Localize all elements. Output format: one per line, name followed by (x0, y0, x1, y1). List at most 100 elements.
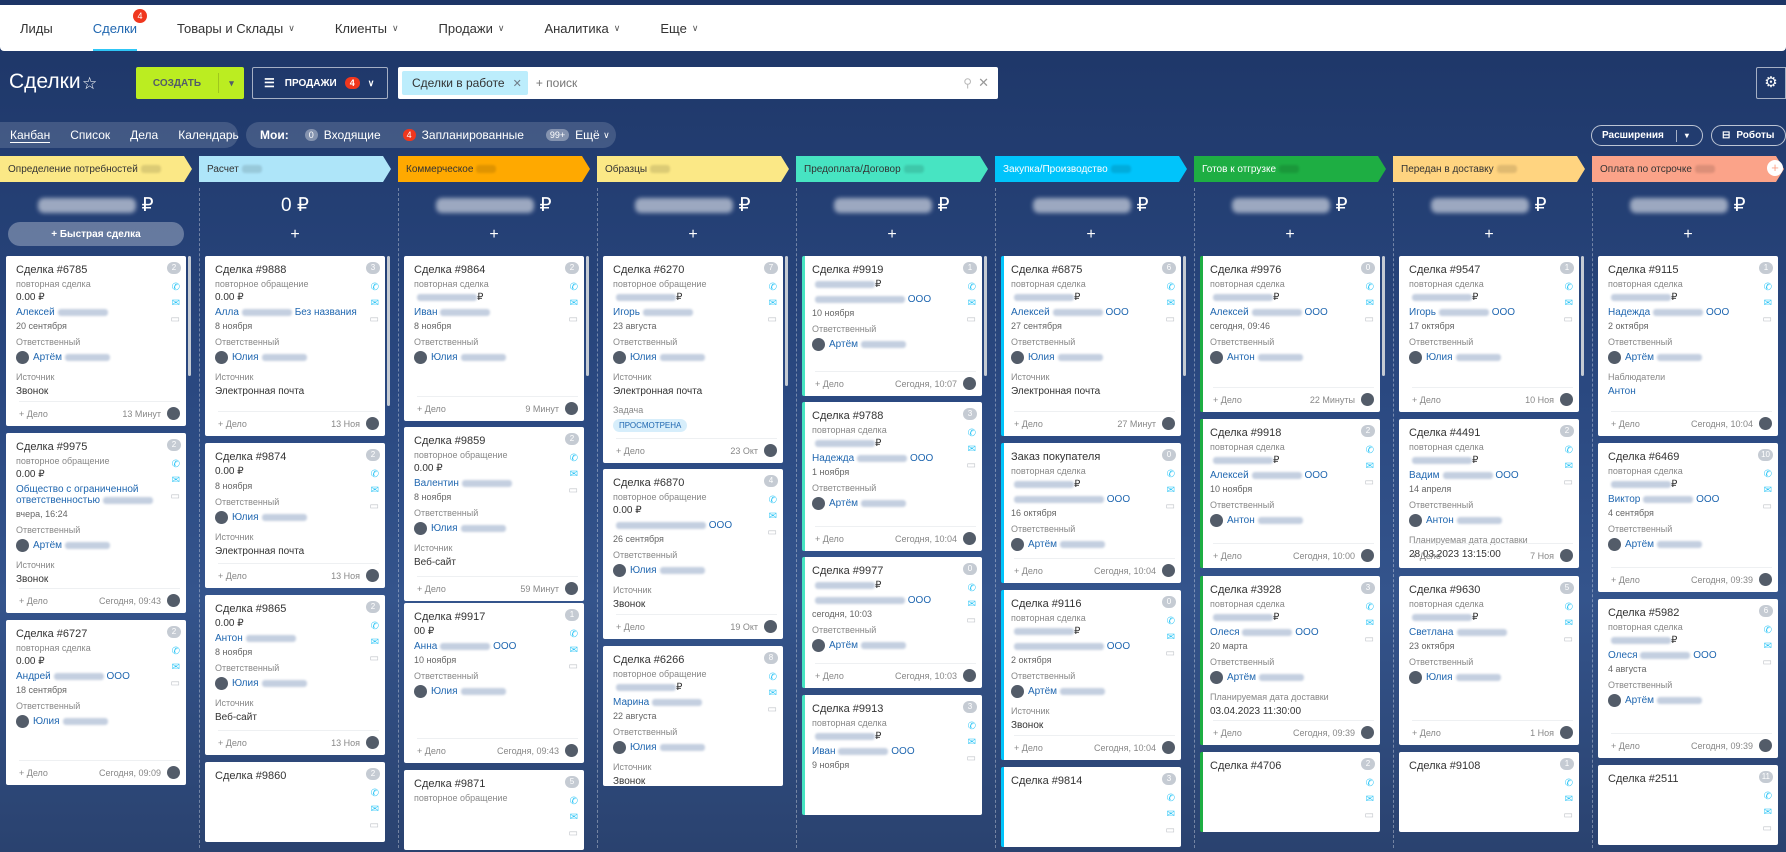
responsible-person[interactable]: Юлия (1011, 351, 1181, 364)
deal-title[interactable]: Сделка #9874 (215, 451, 385, 463)
responsible-person[interactable]: Антон (1210, 351, 1380, 364)
chat-icon[interactable]: ▭ (967, 615, 976, 626)
nav-item-5[interactable]: Аналитика ∨ (544, 5, 620, 51)
email-icon[interactable]: ✉ (371, 298, 379, 309)
responsible-person[interactable]: Юлия (16, 715, 186, 728)
add-activity-link[interactable]: + Дело (616, 622, 645, 632)
column-header[interactable]: Определение потребностей (0, 156, 192, 182)
add-activity-link[interactable]: + Дело (1611, 575, 1640, 585)
chat-icon[interactable]: ▭ (967, 753, 976, 764)
add-deal-plus-icon[interactable]: + (796, 222, 988, 248)
phone-icon[interactable]: ✆ (1565, 445, 1573, 456)
add-activity-link[interactable]: + Дело (218, 738, 247, 748)
column-header[interactable]: Образцы (597, 156, 789, 182)
responsible-person[interactable]: Юлия (414, 685, 584, 698)
chat-icon[interactable]: ▭ (768, 704, 777, 715)
phone-icon[interactable]: ✆ (570, 629, 578, 640)
responsible-person[interactable]: Артём (1210, 671, 1380, 684)
email-icon[interactable]: ✉ (570, 645, 578, 656)
add-activity-link[interactable]: + Дело (815, 379, 844, 389)
star-icon[interactable]: ☆ (82, 74, 97, 94)
tab-activities[interactable]: Дела (130, 128, 158, 142)
phone-icon[interactable]: ✆ (1565, 282, 1573, 293)
deal-card[interactable]: Сделка #6727 2 повторная сделка 0.00 ₽ Андре… (6, 620, 186, 785)
responsible-person[interactable]: Артём (1011, 538, 1181, 551)
client-link[interactable]: ООО (1011, 494, 1181, 505)
phone-icon[interactable]: ✆ (371, 621, 379, 632)
add-activity-link[interactable]: + Дело (815, 534, 844, 544)
nav-item-2[interactable]: Товары и Склады ∨ (177, 5, 295, 51)
client-link[interactable]: Светлана (1409, 627, 1579, 638)
deal-title[interactable]: Сделка #9913 (812, 703, 982, 715)
responsible-person[interactable]: Артём (812, 338, 982, 351)
chat-icon[interactable]: ▭ (1365, 634, 1374, 645)
chat-icon[interactable]: ▭ (370, 653, 379, 664)
chat-icon[interactable]: ▭ (1763, 823, 1772, 834)
client-link[interactable]: Виктор ООО (1608, 494, 1778, 505)
deal-card[interactable]: Сделка #4706 2 ✆ ✉ ▭ (1200, 752, 1380, 832)
client-link[interactable]: Марина (613, 697, 783, 708)
deal-title[interactable]: Сделка #4491 (1409, 427, 1579, 439)
deal-card[interactable]: Сделка #9888 3 повторное обращение 0.00 ₽ Ал… (205, 256, 385, 436)
phone-icon[interactable]: ✆ (1167, 469, 1175, 480)
email-icon[interactable]: ✉ (172, 662, 180, 673)
phone-icon[interactable]: ✆ (371, 788, 379, 799)
responsible-person[interactable]: Юлия (414, 351, 584, 364)
deal-title[interactable]: Сделка #9976 (1210, 264, 1380, 276)
deal-card[interactable]: Сделка #9630 5 повторная сделка ₽ Светлана 23… (1399, 576, 1579, 745)
chat-icon[interactable]: ▭ (967, 460, 976, 471)
chat-icon[interactable]: ▭ (370, 314, 379, 325)
phone-icon[interactable]: ✆ (371, 282, 379, 293)
client-link[interactable]: Надежда ООО (812, 453, 982, 464)
deal-title[interactable]: Сделка #9864 (414, 264, 584, 276)
nav-item-0[interactable]: Лиды (20, 5, 53, 51)
email-icon[interactable]: ✉ (1167, 485, 1175, 496)
deal-title[interactable]: Заказ покупателя (1011, 451, 1181, 463)
add-activity-link[interactable]: + Дело (218, 571, 247, 581)
client-link[interactable]: ООО (613, 520, 783, 531)
email-icon[interactable]: ✉ (1366, 794, 1374, 805)
phone-icon[interactable]: ✆ (1366, 282, 1374, 293)
deal-card[interactable]: Сделка #3928 3 повторная сделка ₽ Олеся ООО 2… (1200, 576, 1380, 745)
incoming-counter[interactable]: 0 Входящие (304, 128, 381, 142)
phone-icon[interactable]: ✆ (1167, 616, 1175, 627)
client-link[interactable]: Общество с ограниченной ответственностью (16, 484, 186, 506)
deal-card[interactable]: Сделка #2511 11 ✆ ✉ ▭ (1598, 765, 1778, 845)
responsible-person[interactable]: Антон (1409, 514, 1579, 527)
deal-title[interactable]: Сделка #4706 (1210, 760, 1380, 772)
add-activity-link[interactable]: + Дело (19, 768, 48, 778)
nav-item-1[interactable]: Сделки 4 (92, 5, 148, 51)
chat-icon[interactable]: ▭ (967, 314, 976, 325)
tab-calendar[interactable]: Календарь (178, 128, 239, 142)
phone-icon[interactable]: ✆ (968, 282, 976, 293)
add-activity-link[interactable]: + Дело (616, 446, 645, 456)
responsible-person[interactable]: Юлия (215, 677, 385, 690)
filter-chip[interactable]: Сделки в работе ✕ (402, 71, 528, 95)
email-icon[interactable]: ✉ (1764, 641, 1772, 652)
add-activity-link[interactable]: + Дело (417, 404, 446, 414)
deal-card[interactable]: Заказ покупателя 0 повторная сделка ₽ ООО 16… (1001, 443, 1181, 583)
deal-title[interactable]: Сделка #6785 (16, 264, 186, 276)
deal-title[interactable]: Сделка #9865 (215, 603, 385, 615)
client-link[interactable]: ООО (812, 595, 982, 606)
chat-icon[interactable]: ▭ (1564, 810, 1573, 821)
email-icon[interactable]: ✉ (1764, 807, 1772, 818)
deal-card[interactable]: Сделка #4491 2 повторная сделка ₽ Вадим ООО 1… (1399, 419, 1579, 568)
sales-filter-button[interactable]: ☰ ПРОДАЖИ 4 ∨ (252, 67, 388, 99)
deal-card[interactable]: Сделка #9913 3 повторная сделка ₽ Иван ООО 9 … (802, 695, 982, 815)
client-link[interactable]: Андрей ООО (16, 671, 186, 682)
email-icon[interactable]: ✉ (1764, 485, 1772, 496)
deal-card[interactable]: Сделка #9859 2 повторное обращение 0.00 ₽ Ва… (404, 427, 584, 601)
nav-item-3[interactable]: Клиенты ∨ (335, 5, 399, 51)
chat-icon[interactable]: ▭ (1564, 314, 1573, 325)
email-icon[interactable]: ✉ (968, 599, 976, 610)
chat-icon[interactable]: ▭ (569, 661, 578, 672)
client-link[interactable]: Анна ООО (414, 641, 584, 652)
deal-title[interactable]: Сделка #9917 (414, 611, 584, 623)
deal-title[interactable]: Сделка #9977 (812, 565, 982, 577)
deal-card[interactable]: Сделка #6785 2 повторная сделка 0.00 ₽ Алекс… (6, 256, 186, 426)
add-activity-link[interactable]: + Дело (1611, 741, 1640, 751)
add-activity-link[interactable]: + Дело (1611, 419, 1640, 429)
phone-icon[interactable]: ✆ (570, 796, 578, 807)
client-link[interactable]: ООО (1011, 641, 1181, 652)
